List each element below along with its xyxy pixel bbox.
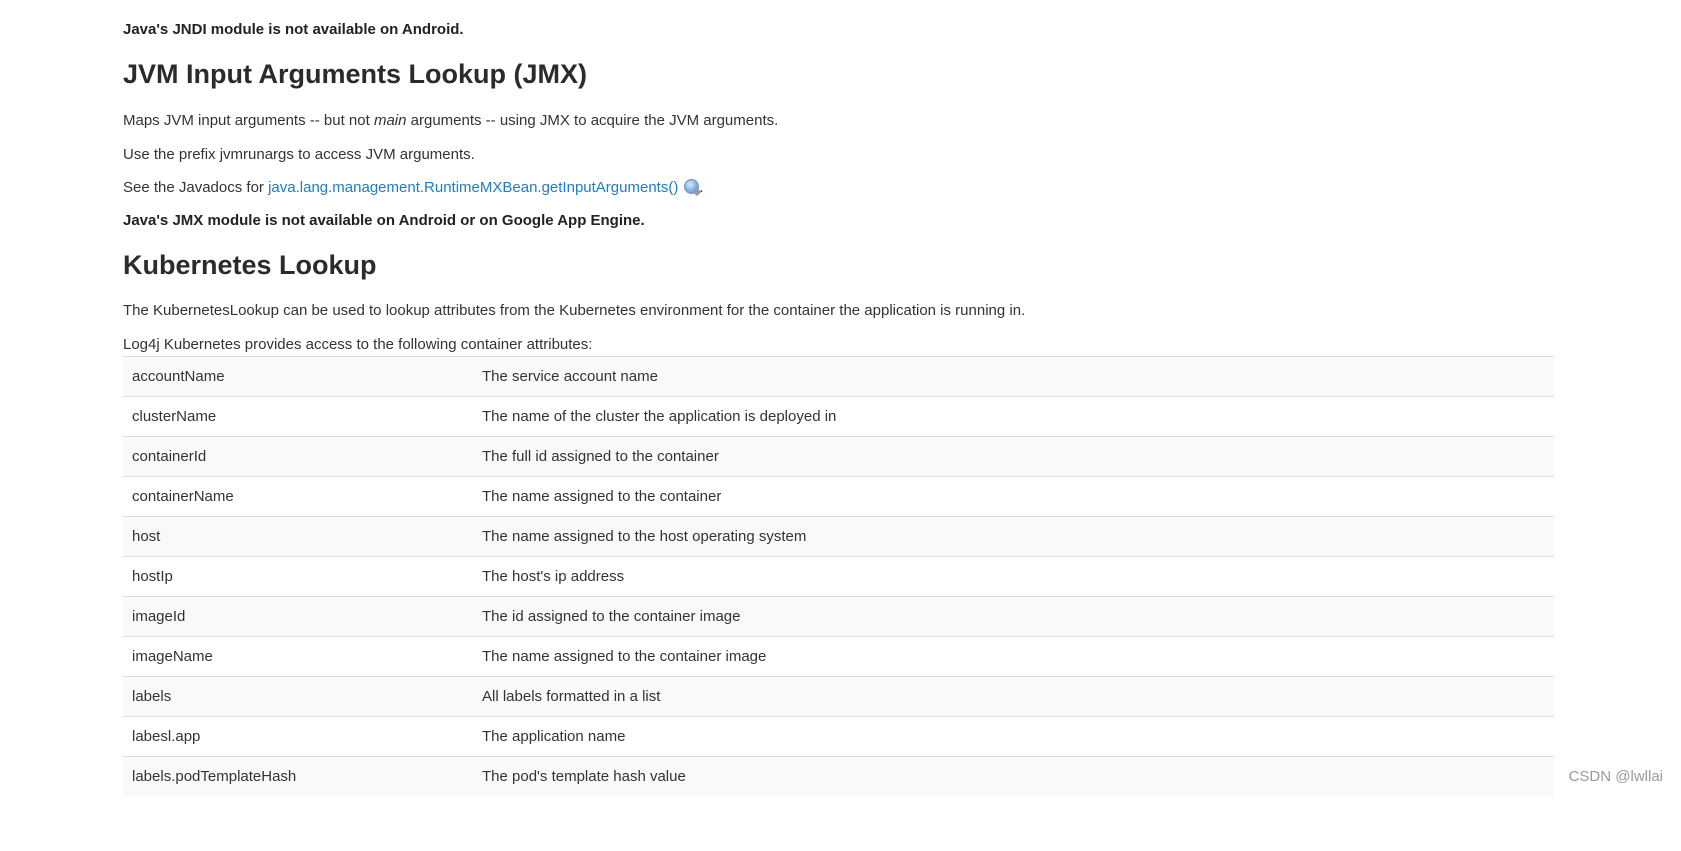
table-row: labels.podTemplateHash The pod's template…	[123, 756, 1554, 797]
external-link-globe-icon	[684, 179, 700, 194]
jvm-description-italic: main	[373, 112, 407, 129]
jvm-section-heading: JVM Input Arguments Lookup (JMX)	[123, 59, 587, 89]
jvm-description-paragraph: Maps JVM input arguments -- but not main…	[123, 112, 778, 129]
attributes-table-body: accountName The service account name clust…	[123, 356, 1554, 797]
attribute-name-cell: imageName	[123, 636, 473, 677]
javadocs-paragraph: See the Javadocs for java.lang.managemen…	[123, 179, 704, 196]
attribute-name-cell: labels	[123, 676, 473, 717]
table-row: imageName The name assigned to the contai…	[123, 636, 1554, 677]
table-row: clusterName The name of the cluster the a…	[123, 396, 1554, 437]
attribute-description-cell: The full id assigned to the container	[473, 436, 1554, 477]
table-row: host The name assigned to the host operat…	[123, 516, 1554, 557]
table-row: containerName The name assigned to the co…	[123, 476, 1554, 517]
jndi-availability-note: Java's JNDI module is not available on A…	[123, 21, 464, 38]
attribute-name-cell: accountName	[123, 356, 473, 397]
attribute-description-cell: The name assigned to the container	[473, 476, 1554, 517]
attribute-name-cell: labesl.app	[123, 716, 473, 757]
attribute-description-cell: The name assigned to the container image	[473, 636, 1554, 677]
kubernetes-section-heading: Kubernetes Lookup	[123, 250, 377, 280]
attribute-name-cell: imageId	[123, 596, 473, 637]
jvm-prefix-paragraph: Use the prefix jvmrunargs to access JVM …	[123, 146, 475, 163]
kubernetes-description-paragraph: The KubernetesLookup can be used to look…	[123, 302, 1026, 319]
attribute-name-cell: labels.podTemplateHash	[123, 756, 473, 797]
jmx-availability-note: Java's JMX module is not available on An…	[123, 212, 645, 229]
table-row: containerId The full id assigned to the c…	[123, 436, 1554, 477]
javadocs-link[interactable]: java.lang.management.RuntimeMXBean.getIn…	[268, 179, 678, 196]
attribute-description-cell: The service account name	[473, 356, 1554, 397]
attribute-description-cell: The pod's template hash value	[473, 756, 1554, 797]
jvm-description-text-end: arguments -- using JMX to acquire the JV…	[406, 112, 779, 129]
attribute-description-cell: The host's ip address	[473, 556, 1554, 597]
attribute-name-cell: containerId	[123, 436, 473, 477]
attribute-description-cell: The name assigned to the host operating …	[473, 516, 1554, 557]
attribute-name-cell: containerName	[123, 476, 473, 517]
kubernetes-attributes-table: accountName The service account name clust…	[123, 356, 1554, 797]
javadocs-period: .	[699, 179, 704, 196]
table-row: labesl.app The application name	[123, 716, 1554, 757]
table-row: imageId The id assigned to the container …	[123, 596, 1554, 637]
attribute-name-cell: hostIp	[123, 556, 473, 597]
table-row: hostIp The host's ip address	[123, 556, 1554, 597]
jvm-description-text-start: Maps JVM input arguments -- but not	[123, 112, 374, 129]
attribute-description-cell: The name of the cluster the application …	[473, 396, 1554, 437]
attribute-description-cell: All labels formatted in a list	[473, 676, 1554, 717]
attribute-description-cell: The id assigned to the container image	[473, 596, 1554, 637]
javadocs-text: See the Javadocs for	[123, 179, 269, 196]
table-row: accountName The service account name	[123, 356, 1554, 397]
attribute-name-cell: host	[123, 516, 473, 557]
table-row: labels All labels formatted in a list	[123, 676, 1554, 717]
attribute-name-cell: clusterName	[123, 396, 473, 437]
attribute-description-cell: The application name	[473, 716, 1554, 757]
kubernetes-attributes-intro: Log4j Kubernetes provides access to the …	[123, 336, 593, 353]
csdn-watermark: CSDN @lwllai	[1568, 768, 1663, 785]
